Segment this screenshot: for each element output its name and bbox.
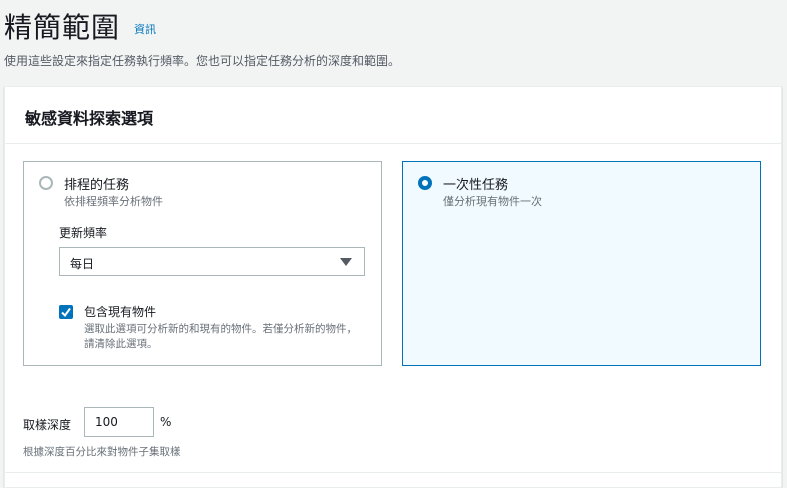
include-existing-checkbox[interactable] [59, 305, 73, 319]
scheduled-job-description: 依排程頻率分析物件 [64, 195, 163, 208]
discovery-options-panel: 敏感資料探索選項 排程的任務 依排程頻率分析物件 更新頻率 每日 包含現有物件 … [4, 86, 782, 488]
update-frequency-label: 更新頻率 [59, 226, 108, 240]
sampling-depth-unit: % [160, 415, 172, 429]
panel-title: 敏感資料探索選項 [25, 109, 154, 128]
one-time-job-description: 僅分析現有物件一次 [443, 195, 542, 208]
page-header: 精簡範圍 資訊 [4, 6, 156, 46]
sampling-depth-input[interactable] [84, 407, 154, 437]
sampling-depth-label: 取樣深度 [23, 418, 72, 432]
include-existing-description: 選取此選項可分析新的和現有的物件。若僅分析新的物件，請清除此選項。 [84, 323, 357, 350]
one-time-job-tile[interactable]: 一次性任務 僅分析現有物件一次 [402, 161, 761, 366]
scheduled-job-radio[interactable] [39, 176, 53, 190]
sampling-depth-description: 根據深度百分比來對物件子集取樣 [23, 446, 181, 458]
update-frequency-select[interactable]: 每日 [59, 247, 365, 276]
panel-divider [5, 472, 781, 473]
caret-down-icon [340, 258, 352, 266]
page-title: 精簡範圍 [4, 11, 121, 44]
scheduled-job-label: 排程的任務 [64, 178, 130, 193]
update-frequency-value: 每日 [70, 257, 95, 271]
scheduled-job-tile[interactable]: 排程的任務 依排程頻率分析物件 更新頻率 每日 包含現有物件 選取此選項可分析新… [23, 161, 382, 366]
one-time-job-radio[interactable] [418, 176, 432, 190]
include-existing-label: 包含現有物件 [84, 305, 157, 319]
page-description: 使用這些設定來指定任務執行頻率。您也可以指定任務分析的深度和範圍。 [4, 54, 401, 68]
info-link[interactable]: 資訊 [134, 21, 156, 37]
checkmark-icon [61, 307, 71, 318]
one-time-job-label: 一次性任務 [443, 178, 509, 193]
panel-header: 敏感資料探索選項 [5, 87, 781, 144]
